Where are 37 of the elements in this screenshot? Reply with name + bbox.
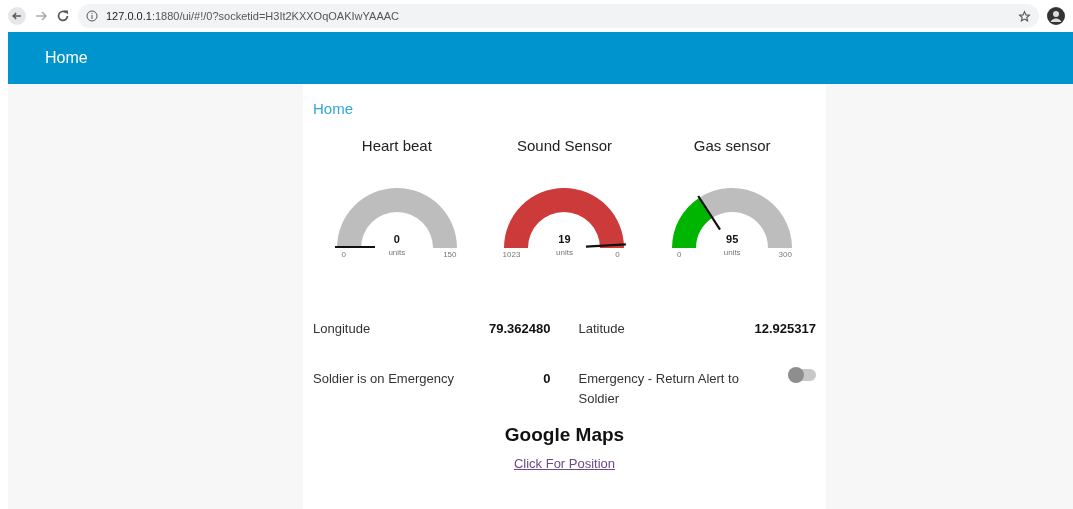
gauge-value: 19 — [558, 232, 571, 247]
gauge-title: Heart beat — [361, 135, 432, 156]
reading-value: 12.925317 — [754, 320, 816, 338]
toolbar-title: Home — [45, 48, 88, 68]
gauge-max: 300 — [778, 249, 792, 261]
profile-icon[interactable] — [1047, 7, 1065, 25]
reading-label: Latitude — [578, 320, 625, 338]
position-link[interactable]: Click For Position — [513, 453, 616, 473]
reading-label: Soldier is on Emergency — [313, 370, 454, 388]
url-text: 127.0.0.1:1880/ui/#!/0?socketid=H3It2KXXOqOAKIwYAAAC — [106, 8, 399, 24]
gauge-value: 95 — [726, 232, 739, 247]
reading-value: 0 — [543, 370, 551, 388]
group-title: Home — [313, 99, 353, 119]
gauge-units: units — [556, 247, 573, 259]
gauge-max: 0 — [615, 249, 620, 261]
star-icon[interactable] — [1018, 9, 1031, 23]
reading-value: 79.362480 — [489, 320, 551, 338]
address-bar[interactable]: 127.0.0.1:1880/ui/#!/0?socketid=H3It2KXXOqOAKIwYAAAC — [78, 4, 1039, 28]
gauge-min: 1023 — [502, 249, 521, 261]
info-icon — [86, 10, 98, 22]
gauge-needle — [697, 195, 722, 231]
reading-label: Emergency - Return Alert to Soldier — [578, 370, 740, 408]
gauge-title: Gas sensor — [693, 135, 771, 156]
reading-label: Longitude — [313, 320, 371, 338]
gauge-needle — [334, 245, 375, 249]
maps-heading: Google Maps — [504, 423, 625, 447]
gauge-value: 0 — [393, 232, 400, 247]
gauge-units: units — [723, 247, 741, 259]
gauge-min: 0 — [676, 249, 682, 261]
gauge-min: 0 — [341, 249, 347, 261]
gauge-max: 150 — [443, 249, 457, 261]
toggle-switch[interactable] — [788, 369, 816, 381]
reload-icon[interactable] — [56, 9, 70, 23]
gauge-title: Sound Sensor — [516, 135, 613, 156]
back-icon[interactable] — [8, 7, 26, 25]
gauge-units: units — [388, 247, 406, 259]
gauge-needle — [586, 243, 627, 248]
